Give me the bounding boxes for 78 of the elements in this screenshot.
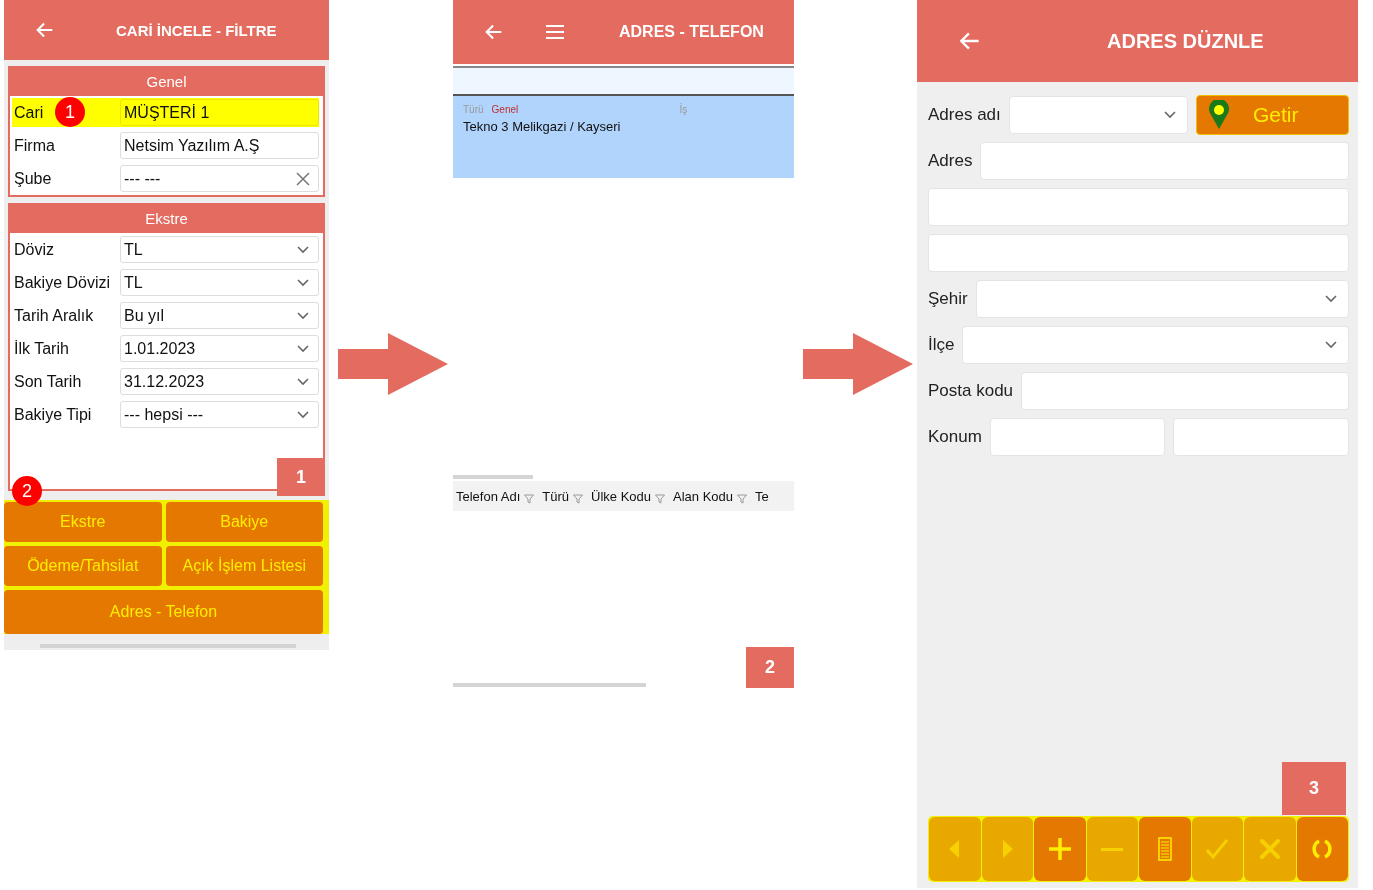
field-label: Bakiye Dövizi: [14, 273, 111, 292]
column-header[interactable]: Telefon Adı: [456, 488, 521, 504]
input-field[interactable]: [1021, 372, 1349, 410]
filter-icon[interactable]: [655, 494, 666, 504]
section-header: Ekstre: [10, 203, 323, 233]
screen-title: ADRES DÜZNLE: [1107, 29, 1264, 53]
filter-icon[interactable]: [524, 494, 535, 504]
input-field[interactable]: [989, 418, 1166, 456]
field-label: Tarih Aralık: [14, 306, 94, 325]
field-label: Şube: [14, 169, 52, 188]
field-label: Son Tarih: [14, 372, 82, 391]
toolbar-button[interactable]: [1296, 817, 1348, 881]
toolbar-button[interactable]: [1034, 817, 1086, 881]
menu-button[interactable]: [545, 24, 565, 40]
scrollbar[interactable]: [453, 683, 646, 687]
dropdown-field[interactable]: [1008, 96, 1188, 134]
section-header: Genel: [10, 66, 323, 96]
chevron-down-icon: [296, 409, 310, 420]
address-card[interactable]: Türü Genel İş Tekno 3 Melikgazi / Kayseri: [453, 96, 794, 178]
field-label: İlçe: [928, 335, 955, 355]
screen-title: CARİ İNCELE - FİLTRE: [116, 21, 277, 39]
type-label: Türü: [463, 104, 484, 115]
field-label: Şehir: [928, 289, 968, 309]
screen-title: ADRES - TELEFON: [619, 23, 764, 41]
dropdown-field[interactable]: --- hepsi ---: [120, 401, 319, 428]
toolbar-button[interactable]: [1139, 817, 1191, 881]
field-label: Adres: [928, 151, 973, 171]
scrollbar[interactable]: [453, 475, 533, 479]
dropdown-field[interactable]: TL: [120, 236, 319, 263]
dropdown-field[interactable]: TL: [120, 269, 319, 296]
input-field[interactable]: [1173, 418, 1349, 456]
field-label: Döviz: [14, 240, 54, 259]
input-field[interactable]: --- ---: [120, 165, 319, 192]
column-header[interactable]: Ülke Kodu: [591, 488, 652, 504]
column-3-label: İş: [679, 104, 688, 115]
field-label: Cari: [14, 103, 44, 122]
input-field[interactable]: [928, 188, 1349, 226]
right-arrow-icon: [338, 333, 448, 395]
dropdown-field[interactable]: [962, 326, 1349, 364]
step-badge: 1: [277, 458, 325, 496]
check-icon: [1204, 836, 1231, 862]
dropdown-field[interactable]: Bu yıl: [120, 302, 319, 329]
field-label: İlk Tarih: [14, 339, 69, 358]
chevron-down-icon: [296, 277, 310, 288]
step-badge: 2: [746, 647, 794, 688]
column-header[interactable]: Alan Kodu: [673, 488, 734, 504]
input-field[interactable]: Netsim Yazılım A.Ş: [120, 132, 319, 159]
input-field[interactable]: MÜŞTERİ 1: [120, 99, 319, 126]
plus-icon: [1046, 836, 1073, 862]
map-pin-icon: [1209, 100, 1229, 130]
filter-icon[interactable]: [573, 494, 584, 504]
field-label: Posta kodu: [928, 381, 1014, 401]
chevron-down-icon: [296, 376, 310, 387]
column-header[interactable]: Te: [755, 488, 769, 504]
chevron-down-icon: [296, 343, 310, 354]
dropdown-field[interactable]: 1.01.2023: [120, 335, 319, 362]
chevron-down-icon: [296, 310, 310, 321]
field-label: Firma: [14, 136, 55, 155]
filter-icon[interactable]: [737, 494, 748, 504]
chevron-down-icon: [1324, 340, 1338, 350]
field-label: Konum: [928, 427, 982, 447]
minus-icon: [1101, 847, 1124, 851]
chevron-down-icon: [1163, 110, 1177, 120]
menu-icon: [545, 24, 565, 40]
field-label: Adres adı: [928, 105, 1001, 125]
dropdown-field[interactable]: 31.12.2023: [120, 368, 319, 395]
chevron-down-icon: [1324, 294, 1338, 304]
type-value: Genel: [491, 104, 520, 115]
address-text: Tekno 3 Melikgazi / Kayseri: [463, 119, 622, 134]
chevron-down-icon: [296, 244, 310, 255]
clear-icon[interactable]: [296, 171, 310, 186]
input-field[interactable]: [980, 142, 1349, 180]
input-field[interactable]: [928, 234, 1349, 272]
dropdown-field[interactable]: [975, 280, 1349, 318]
column-header[interactable]: Türü: [542, 488, 570, 504]
step-badge: 3: [1282, 762, 1346, 815]
right-arrow-icon: [803, 333, 913, 395]
field-label: Bakiye Tipi: [14, 405, 92, 424]
